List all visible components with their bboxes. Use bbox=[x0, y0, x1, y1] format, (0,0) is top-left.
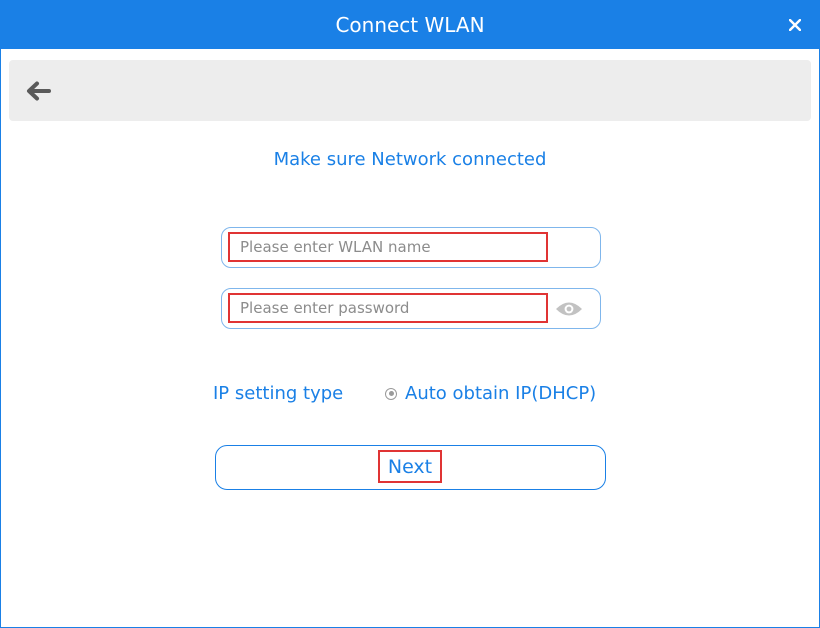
wlan-name-input[interactable] bbox=[228, 232, 548, 262]
network-heading: Make sure Network connected bbox=[273, 149, 547, 170]
next-button-label: Next bbox=[378, 450, 442, 483]
dhcp-radio[interactable] bbox=[385, 387, 397, 400]
back-button[interactable] bbox=[23, 78, 53, 104]
close-icon bbox=[789, 19, 801, 31]
eye-icon bbox=[556, 302, 582, 316]
dhcp-radio-label: Auto obtain IP(DHCP) bbox=[405, 383, 597, 404]
password-field bbox=[221, 288, 601, 329]
next-button[interactable]: Next bbox=[215, 445, 606, 490]
title-bar: Connect WLAN bbox=[1, 1, 819, 49]
connect-wlan-window: Connect WLAN Make sure Network connected… bbox=[0, 0, 820, 628]
dhcp-radio-option[interactable]: Auto obtain IP(DHCP) bbox=[385, 383, 596, 404]
back-arrow-icon bbox=[27, 81, 51, 101]
wlan-name-field bbox=[221, 227, 601, 268]
ip-setting-label: IP setting type bbox=[213, 383, 344, 404]
password-input[interactable] bbox=[228, 293, 548, 323]
close-button[interactable] bbox=[783, 13, 807, 37]
show-password-button[interactable] bbox=[554, 300, 584, 318]
toolbar bbox=[9, 60, 811, 121]
radio-selected-dot bbox=[388, 391, 394, 396]
window-title: Connect WLAN bbox=[335, 13, 485, 37]
